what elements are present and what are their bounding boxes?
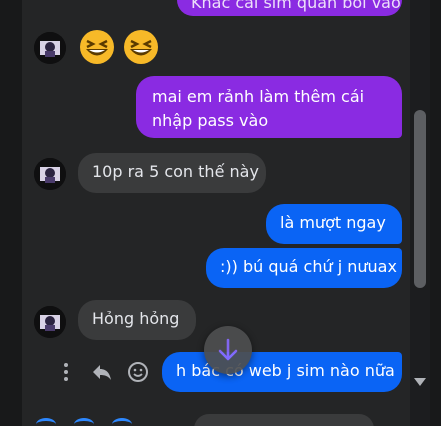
avatar[interactable] <box>34 306 66 338</box>
composer-icon[interactable] <box>36 418 56 426</box>
scrollbar[interactable] <box>410 0 430 426</box>
message-input[interactable] <box>194 414 374 426</box>
composer-icon[interactable] <box>74 418 94 426</box>
message-text: Khác cái sim quản bồi vào <box>191 0 401 12</box>
avatar[interactable] <box>34 32 66 64</box>
scroll-to-bottom-button[interactable] <box>204 326 252 374</box>
message-text: 10p ra 5 con thế này <box>92 162 259 181</box>
message-incoming[interactable]: 10p ra 5 con thế này <box>78 153 266 193</box>
message-text: :)) bú quá chứ j nưuax <box>220 257 397 276</box>
more-vertical-icon <box>64 363 68 381</box>
reply-button[interactable] <box>90 360 114 388</box>
avatar-image <box>34 306 66 338</box>
react-button[interactable] <box>126 360 150 388</box>
reply-icon <box>93 365 111 380</box>
message-outgoing[interactable]: h bác có web j sim nào nữa <box>162 352 402 392</box>
laughing-emoji-icon <box>80 30 158 64</box>
avatar-image <box>34 32 66 64</box>
scroll-down-arrow-icon[interactable] <box>414 378 426 386</box>
message-text-line-2: nhập pass vào <box>152 111 269 130</box>
emoji-message[interactable] <box>78 28 162 70</box>
message-text: là mượt ngay <box>280 213 386 232</box>
avatar-image <box>34 158 66 190</box>
message-text: Hỏng hỏng <box>92 309 180 328</box>
message-outgoing[interactable]: mai em rảnh làm thêm cái nhập pass vào <box>136 76 402 138</box>
composer-bar <box>22 404 419 426</box>
avatar[interactable] <box>34 158 66 190</box>
message-outgoing[interactable]: là mượt ngay <box>266 204 402 244</box>
arrow-down-icon <box>218 338 238 361</box>
smile-icon <box>128 362 148 382</box>
message-incoming[interactable]: Hỏng hỏng <box>78 300 196 340</box>
message-outgoing[interactable]: :)) bú quá chứ j nưuax <box>206 248 402 288</box>
message-text-line-1: mai em rảnh làm thêm cái <box>152 87 365 106</box>
more-options-button[interactable] <box>60 360 72 388</box>
scrollbar-thumb[interactable] <box>414 110 426 288</box>
chat-thread: Khác cái sim quản bồi vào mai em rảnh là… <box>22 0 419 426</box>
message-outgoing[interactable]: Khác cái sim quản bồi vào <box>177 0 402 16</box>
composer-icon[interactable] <box>112 418 132 426</box>
